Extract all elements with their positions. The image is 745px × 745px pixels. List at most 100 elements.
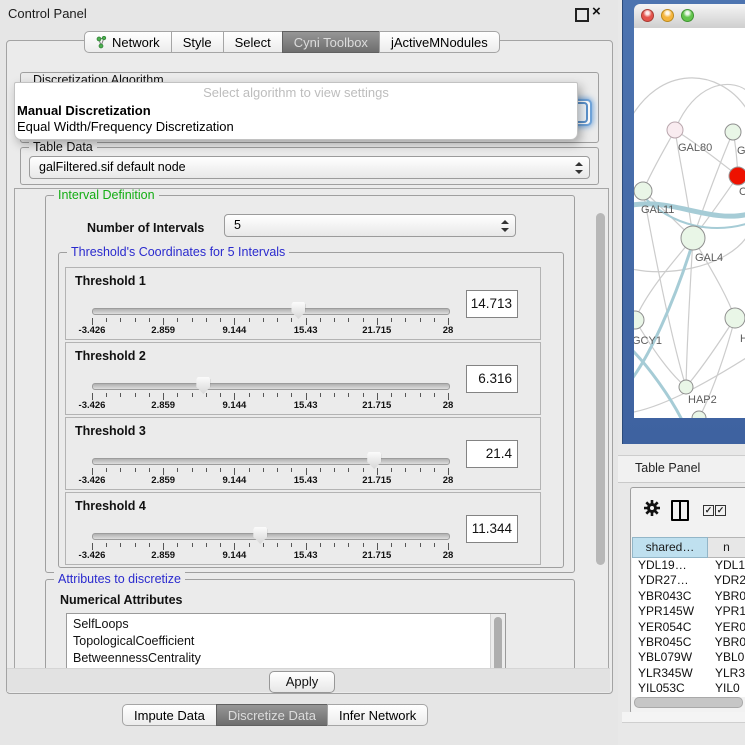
vertical-scrollbar[interactable]	[596, 213, 605, 565]
number-of-intervals-combobox[interactable]: 5	[224, 214, 516, 237]
tick-label: 9.144	[223, 325, 247, 336]
tick-label: 28	[443, 325, 454, 336]
network-edge[interactable]	[643, 130, 675, 191]
checkbox-icon[interactable]: ✓	[703, 505, 714, 516]
network-edge[interactable]	[675, 84, 745, 130]
group-title: Table Data	[29, 140, 97, 154]
network-edge[interactable]	[686, 318, 735, 387]
network-node[interactable]	[725, 308, 745, 328]
table-row[interactable]: YBL079WYBL0	[632, 650, 745, 665]
tick-label: 28	[443, 550, 454, 561]
table-data-group: Table Data galFiltered.sif default node	[20, 147, 599, 185]
tab-label: Cyni Toolbox	[294, 35, 368, 50]
close-traffic-light-icon[interactable]	[641, 9, 654, 22]
network-node[interactable]	[725, 124, 741, 140]
network-edge[interactable]	[634, 346, 682, 418]
threshold-value-field[interactable]: 6.316	[466, 365, 518, 393]
network-window-titlebar[interactable]	[634, 4, 745, 29]
tab-network[interactable]: Network	[84, 31, 172, 53]
table-row[interactable]: YBR043CYBR0	[632, 589, 745, 604]
network-view-window: GAL80GCGAL11GAL4GCY1HHAP2	[622, 0, 745, 444]
tab-style[interactable]: Style	[171, 31, 224, 53]
attribute-item[interactable]: BetweennessCentrality	[67, 650, 490, 667]
top-tab-bar: Network Style Select Cyni Toolbox jActiv…	[84, 31, 500, 53]
threshold-slider[interactable]	[92, 308, 450, 315]
slider-tick-labels: -3.4262.8599.14415.4321.71528	[92, 325, 448, 336]
threshold-value-field[interactable]: 11.344	[466, 515, 518, 543]
tick-label: 28	[443, 475, 454, 486]
slider-thumb[interactable]	[253, 527, 267, 544]
table-row[interactable]: YBR045CYBR0	[632, 635, 745, 650]
threshold-slider[interactable]	[92, 533, 450, 540]
table-row[interactable]: YPR145WYPR1	[632, 604, 745, 619]
slider-thumb[interactable]	[291, 302, 305, 319]
tick-label: 15.43	[294, 475, 318, 486]
network-node[interactable]	[634, 182, 652, 200]
attribute-item[interactable]: SelfLoops	[67, 616, 490, 633]
table-row[interactable]: YIL053CYIL0	[632, 681, 745, 696]
dropdown-item-equal-width-frequency[interactable]: Equal Width/Frequency Discretization	[17, 119, 234, 134]
tick-label: 9.144	[223, 550, 247, 561]
slider-tick-labels: -3.4262.8599.14415.4321.71528	[92, 400, 448, 411]
column-header-shared-name[interactable]: shared…	[632, 537, 708, 558]
algorithm-dropdown-popup: Select algorithm to view settings Manual…	[14, 82, 578, 140]
attribute-item[interactable]: TopologicalCoefficient	[67, 633, 490, 650]
table-panel-box: ✓ ✓ shared… n YDL19…YDL1YDR27…YDR2YBR043…	[630, 487, 745, 714]
tab-jactivemnodules[interactable]: jActiveMNodules	[379, 31, 500, 53]
dropdown-item-manual-discretization[interactable]: Manual Discretization	[17, 103, 151, 118]
number-of-intervals-label: Number of Intervals	[87, 221, 204, 235]
numerical-attributes-list[interactable]: SelfLoopsTopologicalCoefficientBetweenne…	[66, 613, 506, 670]
threshold-value-field[interactable]: 14.713	[466, 290, 518, 318]
tick-label: 21.715	[362, 325, 391, 336]
threshold-label: Threshold 3	[75, 424, 146, 438]
tab-infer-network[interactable]: Infer Network	[327, 704, 428, 726]
table-row[interactable]: YDL19…YDL1	[632, 558, 745, 573]
close-icon[interactable]: ×	[592, 3, 601, 21]
network-icon	[96, 36, 107, 49]
slider-thumb[interactable]	[196, 377, 210, 394]
zoom-traffic-light-icon[interactable]	[681, 9, 694, 22]
tab-impute-data[interactable]: Impute Data	[122, 704, 217, 726]
network-canvas[interactable]: GAL80GCGAL11GAL4GCY1HHAP2	[634, 28, 745, 418]
table-row[interactable]: YDR27…YDR2	[632, 573, 745, 588]
slider-thumb[interactable]	[367, 452, 381, 469]
tick-label: 21.715	[362, 475, 391, 486]
tab-discretize-data[interactable]: Discretize Data	[216, 704, 328, 726]
table-row[interactable]: YLR345WYLR3	[632, 666, 745, 681]
gear-icon[interactable]	[643, 499, 661, 517]
network-node[interactable]	[667, 122, 683, 138]
table-row[interactable]: YER054CYER0	[632, 620, 745, 635]
checkbox-icon[interactable]: ✓	[715, 505, 726, 516]
tab-select[interactable]: Select	[223, 31, 283, 53]
table-data-combobox[interactable]: galFiltered.sif default node	[29, 156, 590, 179]
tab-label: Infer Network	[339, 708, 416, 723]
threshold-value-field[interactable]: 21.4	[466, 440, 518, 468]
threshold-1-panel: Threshold 1 -3.4262.8599.14415.4321.7152…	[65, 267, 541, 340]
threshold-slider[interactable]	[92, 458, 450, 465]
minimize-traffic-light-icon[interactable]	[661, 9, 674, 22]
network-node[interactable]	[679, 380, 693, 394]
float-window-icon[interactable]	[575, 8, 589, 22]
columns-icon[interactable]	[671, 500, 689, 521]
column-header-name[interactable]: n	[708, 537, 745, 558]
threshold-label: Threshold 4	[75, 499, 146, 513]
threshold-4-panel: Threshold 4 -3.4262.8599.14415.4321.7152…	[65, 492, 541, 565]
tab-label: jActiveMNodules	[391, 35, 488, 50]
list-scrollbar[interactable]	[494, 617, 502, 670]
network-node[interactable]	[692, 411, 706, 418]
tick-label: 15.43	[294, 325, 318, 336]
threshold-slider[interactable]	[92, 383, 450, 390]
network-node[interactable]	[634, 311, 644, 329]
group-title: Interval Definition	[54, 188, 159, 202]
tick-label: 2.859	[151, 400, 175, 411]
network-node[interactable]	[681, 226, 705, 250]
tab-cyni-toolbox[interactable]: Cyni Toolbox	[282, 31, 380, 53]
apply-button[interactable]: Apply	[269, 671, 335, 693]
horizontal-scrollbar[interactable]	[634, 697, 743, 708]
threshold-3-panel: Threshold 3 -3.4262.8599.14415.4321.7152…	[65, 417, 541, 490]
tick-label: 15.43	[294, 400, 318, 411]
network-edge[interactable]	[693, 238, 735, 318]
network-node[interactable]	[729, 167, 745, 185]
table-header-row: shared… n	[632, 537, 745, 558]
network-edge[interactable]	[635, 238, 693, 320]
